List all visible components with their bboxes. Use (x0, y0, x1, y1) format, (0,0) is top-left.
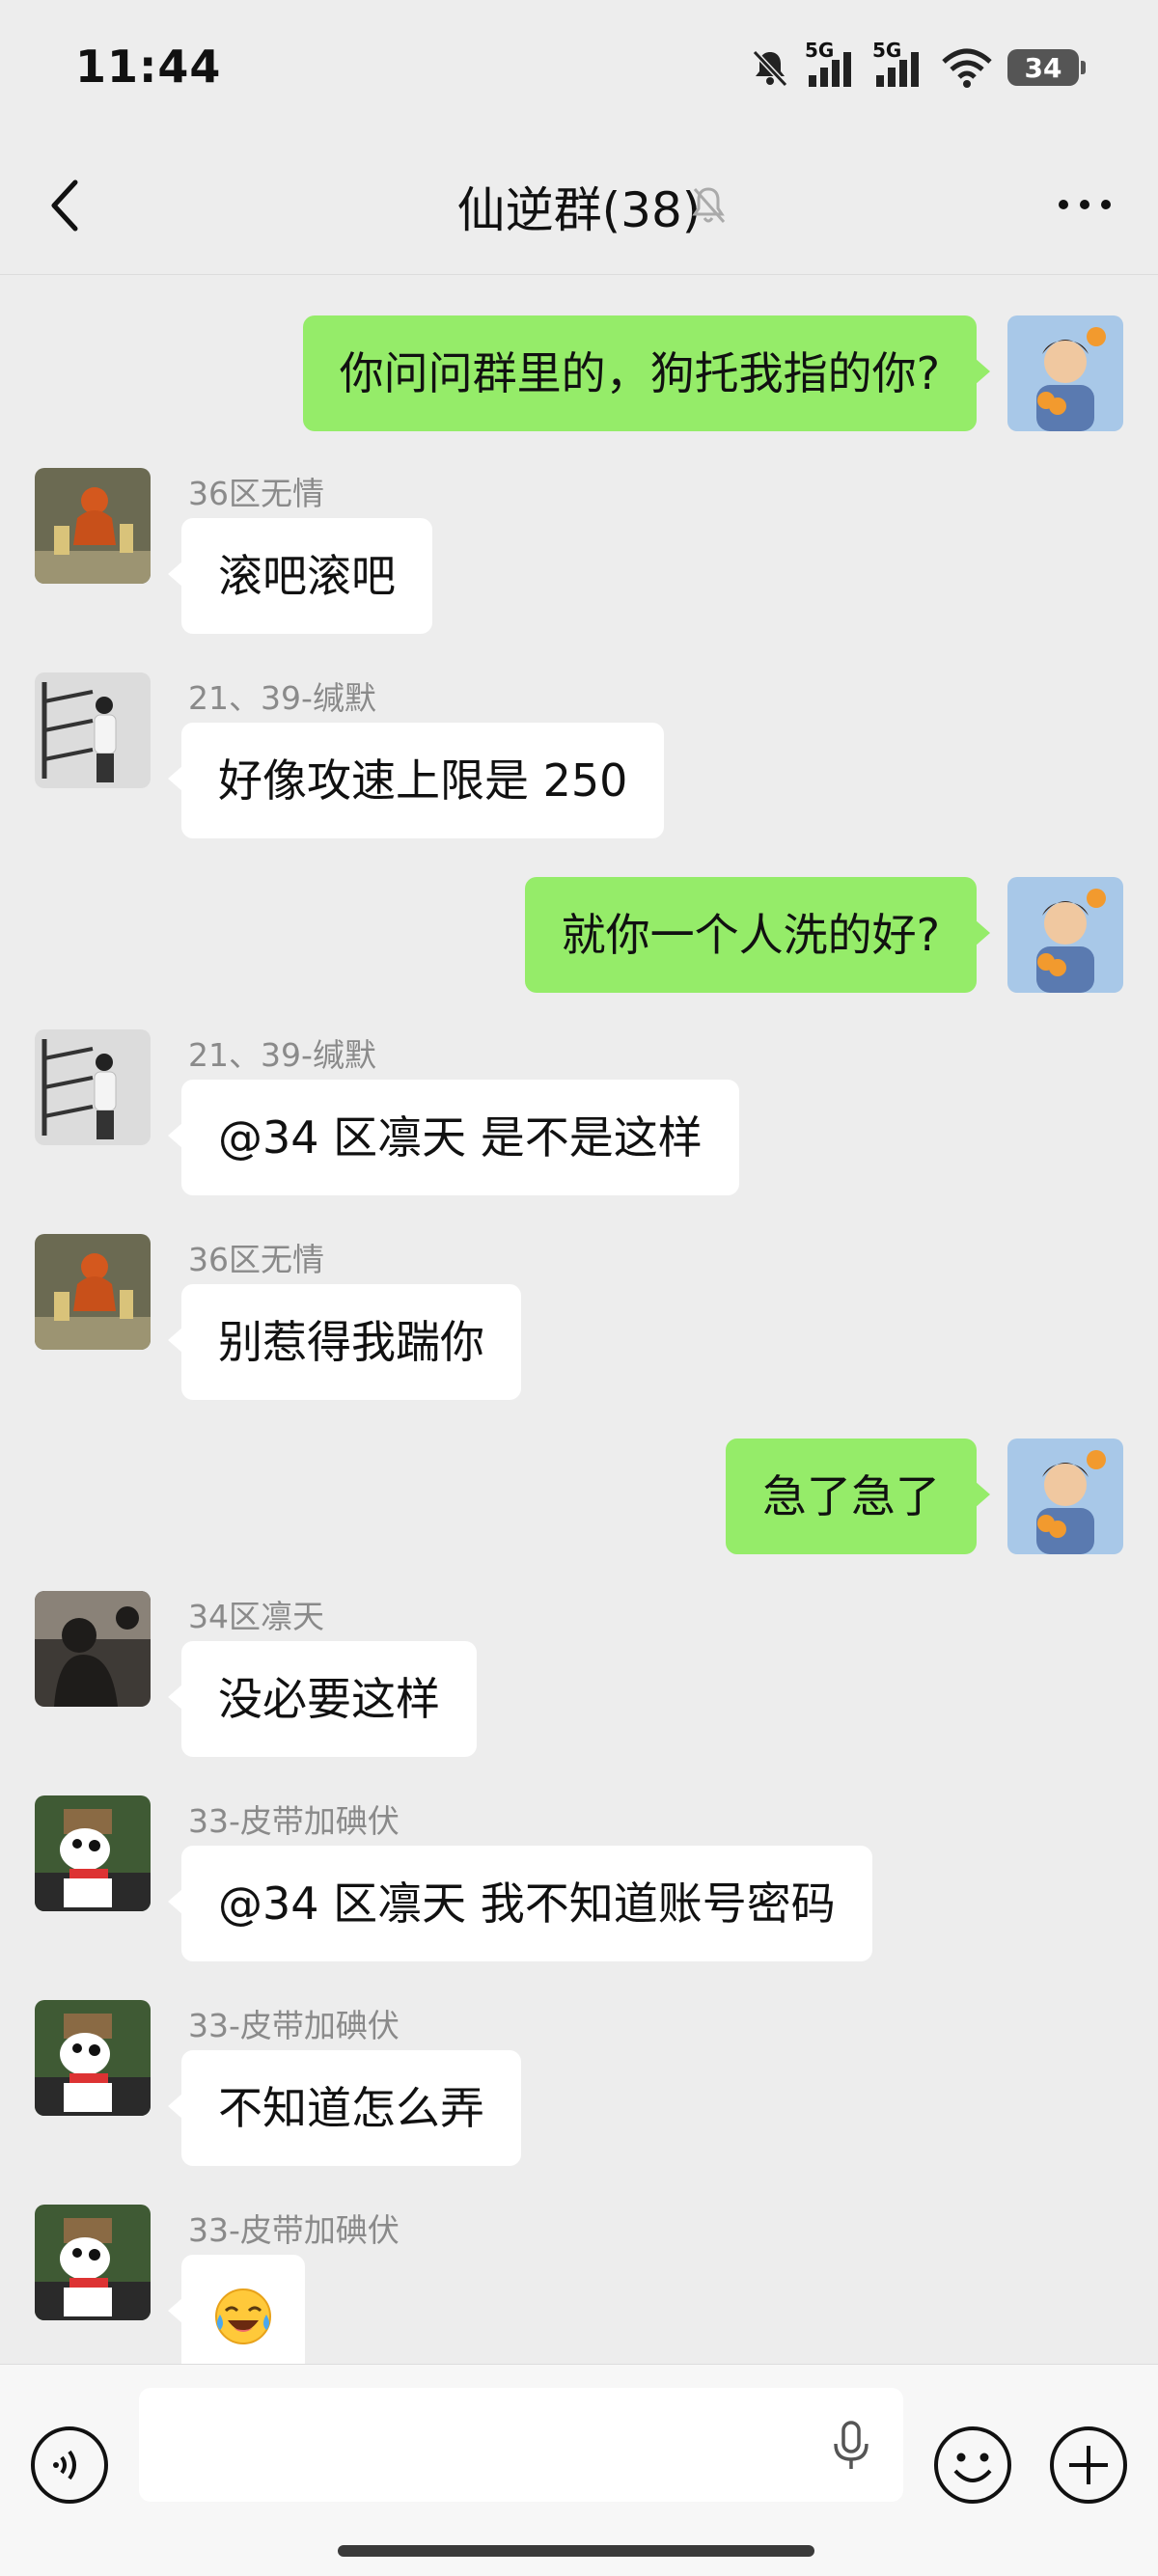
network-type-2: 5G (872, 39, 902, 62)
more-functions-button[interactable] (1048, 2425, 1129, 2506)
message-bubble[interactable]: 没必要这样 (168, 1641, 477, 1757)
message-input[interactable] (139, 2388, 903, 2502)
message-bubble[interactable]: 好像攻速上限是 250 (167, 723, 665, 838)
avatar-member[interactable] (35, 468, 151, 584)
message-bubble[interactable]: 就你一个人洗的好? (524, 877, 991, 993)
input-bar (0, 2364, 1158, 2576)
message-bubble[interactable]: @34 区凛天 是不是这样 (168, 1080, 739, 1195)
message-bubble[interactable]: 急了急了 (726, 1439, 990, 1554)
home-indicator[interactable] (338, 2545, 814, 2557)
wifi-icon (940, 46, 994, 89)
message-bubble[interactable]: 滚吧滚吧 (168, 518, 432, 634)
status-bar: 11:44 5G 5G 34 (0, 0, 1158, 135)
smiley-icon (934, 2426, 1011, 2504)
more-options-button[interactable] (1050, 183, 1119, 226)
avatar-self[interactable] (1007, 315, 1123, 431)
message-bubble[interactable]: 不知道怎么弄 (168, 2050, 521, 2166)
avatar-member[interactable] (35, 2205, 151, 2320)
message-bubble[interactable] (168, 2255, 305, 2364)
sender-name: 36区无情 (188, 1241, 324, 1278)
signal-5g-icon-2: 5G (872, 39, 926, 89)
sender-name: 36区无情 (188, 475, 324, 512)
sender-name: 34区凛天 (188, 1598, 324, 1635)
sender-name: 21、39-缄默 (188, 679, 376, 717)
avatar-member[interactable] (35, 1234, 151, 1350)
avatar-member[interactable] (35, 1591, 151, 1707)
sender-name: 33-皮带加碘伏 (188, 2007, 400, 2044)
status-icons: 5G 5G 34 (749, 39, 1086, 96)
avatar-member[interactable] (35, 1029, 151, 1145)
message-bubble[interactable]: @34 区凛天 我不知道账号密码 (168, 1846, 872, 1961)
emoji-button[interactable] (932, 2425, 1013, 2506)
mute-bell-icon (749, 46, 791, 89)
voice-input-button[interactable] (29, 2425, 110, 2506)
laughing-crying-face-icon (215, 2288, 271, 2344)
status-time: 11:44 (75, 41, 222, 93)
microphone-icon[interactable] (828, 2419, 874, 2473)
page-title: 仙逆群(38) (456, 182, 702, 238)
voice-icon (31, 2426, 108, 2504)
sender-name: 21、39-缄默 (188, 1036, 376, 1074)
chat-message-list[interactable]: 你问问群里的，狗托我指的你? 36区无情 滚吧滚吧 21、39-缄默 好像攻速上… (0, 275, 1158, 2364)
signal-5g-icon-1: 5G (805, 39, 859, 89)
avatar-self[interactable] (1007, 877, 1123, 993)
avatar-member[interactable] (35, 1795, 151, 1911)
message-bubble[interactable]: 别惹得我踹你 (168, 1284, 521, 1400)
more-dots-icon (1059, 200, 1111, 209)
message-bubble[interactable]: 你问问群里的，狗托我指的你? (302, 315, 991, 431)
sender-name: 33-皮带加碘伏 (188, 2211, 400, 2249)
battery-icon: 34 (1007, 49, 1086, 86)
avatar-self[interactable] (1007, 1439, 1123, 1554)
avatar-member[interactable] (35, 672, 151, 788)
plus-icon (1050, 2426, 1127, 2504)
avatar-member[interactable] (35, 2000, 151, 2116)
network-type-1: 5G (805, 39, 835, 62)
chat-header: 仙逆群(38) (0, 135, 1158, 275)
muted-bell-icon (687, 181, 730, 228)
sender-name: 33-皮带加碘伏 (188, 1802, 400, 1840)
